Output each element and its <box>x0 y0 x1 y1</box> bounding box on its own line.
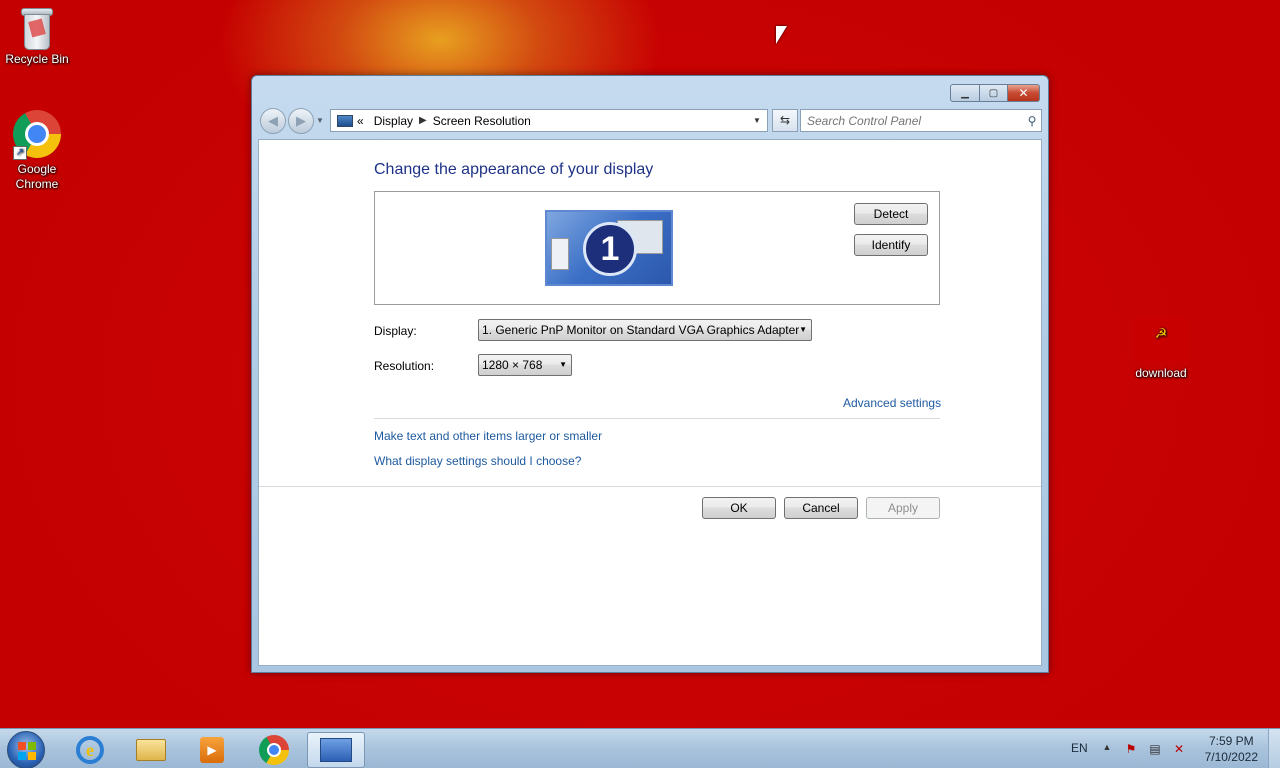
show-desktop-button[interactable] <box>1268 729 1280 768</box>
back-arrow-icon[interactable]: ◀ <box>260 108 286 134</box>
forward-arrow-icon[interactable]: ▶ <box>288 108 314 134</box>
apply-button[interactable]: Apply <box>866 497 940 519</box>
breadcrumb-screen-resolution[interactable]: Screen Resolution <box>433 114 531 128</box>
start-button[interactable] <box>7 731 45 768</box>
control-panel-icon <box>320 738 352 762</box>
mouse-cursor-icon <box>776 26 787 44</box>
desktop: Recycle Bin ↗ Google Chrome ☭ download ▁… <box>0 0 1280 728</box>
desktop-icon-recycle-bin[interactable]: Recycle Bin <box>0 6 74 67</box>
taskbar-media-player[interactable]: ▶ <box>183 732 241 768</box>
shortcut-arrow-icon: ↗ <box>13 146 27 160</box>
media-player-icon: ▶ <box>200 737 224 763</box>
folder-icon <box>136 739 166 761</box>
address-dropdown-icon[interactable]: ▼ <box>747 110 767 131</box>
desktop-icon-label: download <box>1135 366 1187 380</box>
monitor-layout-box: 1 Detect Identify <box>374 191 940 305</box>
search-icon[interactable]: ⚲ <box>1023 114 1041 128</box>
minimize-button[interactable]: ▁ <box>950 84 980 102</box>
resolution-select-value: 1280 × 768 <box>482 358 543 372</box>
dropdown-arrow-icon: ▼ <box>799 325 807 334</box>
divider <box>374 418 940 419</box>
screen-resolution-window: ▁ ▢ ✕ ◀ ▶ ▼ « Display ▶ Screen Resolutio… <box>251 75 1049 673</box>
taskbar-control-panel[interactable] <box>307 732 365 768</box>
identify-button[interactable]: Identify <box>854 234 928 256</box>
close-button[interactable]: ✕ <box>1008 84 1040 102</box>
network-icon[interactable]: ▤ <box>1147 742 1163 756</box>
taskbar-google-chrome[interactable] <box>245 732 303 768</box>
dropdown-arrow-icon: ▼ <box>559 360 567 369</box>
chrome-icon <box>259 735 289 765</box>
breadcrumb-separator-icon[interactable]: ▶ <box>419 115 427 126</box>
action-center-flag-icon[interactable]: ⚑ <box>1123 742 1139 756</box>
refresh-button[interactable]: ⇆ <box>772 109 798 132</box>
display-label: Display: <box>374 324 417 338</box>
desktop-icon-download[interactable]: ☭ download <box>1124 318 1198 381</box>
resolution-select[interactable]: 1280 × 768 ▼ <box>478 354 572 376</box>
display-select[interactable]: 1. Generic PnP Monitor on Standard VGA G… <box>478 319 812 341</box>
desktop-icon-label: Recycle Bin <box>5 52 69 66</box>
taskbar: e ▶ EN ▲ ⚑ ▤ ✕ 7:59 PM 7/10/2022 <box>0 728 1280 768</box>
language-indicator[interactable]: EN <box>1071 741 1088 755</box>
breadcrumb-overflow[interactable]: « <box>357 114 364 128</box>
search-box[interactable]: ⚲ <box>800 109 1042 132</box>
cancel-button[interactable]: Cancel <box>784 497 858 519</box>
text-size-link[interactable]: Make text and other items larger or smal… <box>374 429 602 443</box>
display-select-value: 1. Generic PnP Monitor on Standard VGA G… <box>482 323 800 337</box>
ie-icon: e <box>76 736 104 764</box>
system-clock[interactable]: 7:59 PM 7/10/2022 <box>1205 733 1258 765</box>
window-caption-buttons: ▁ ▢ ✕ <box>950 84 1040 102</box>
resolution-label: Resolution: <box>374 359 435 373</box>
monitor-1[interactable]: 1 <box>545 210 673 286</box>
maximize-button[interactable]: ▢ <box>980 84 1008 102</box>
ok-button[interactable]: OK <box>702 497 776 519</box>
taskbar-internet-explorer[interactable]: e <box>61 732 119 768</box>
detect-button[interactable]: Detect <box>854 203 928 225</box>
address-bar[interactable]: « Display ▶ Screen Resolution ▼ <box>330 109 768 132</box>
display-help-link[interactable]: What display settings should I choose? <box>374 454 581 468</box>
advanced-settings-link[interactable]: Advanced settings <box>843 396 941 410</box>
show-hidden-icons-chevron-icon[interactable]: ▲ <box>1099 742 1115 756</box>
clock-date: 7/10/2022 <box>1204 750 1258 764</box>
desktop-icon-google-chrome[interactable]: ↗ Google Chrome <box>0 110 74 192</box>
navigation-bar: ◀ ▶ ▼ « Display ▶ Screen Resolution ▼ ⇆ … <box>258 108 1042 134</box>
search-input[interactable] <box>801 113 1023 128</box>
volume-muted-icon[interactable]: ✕ <box>1171 742 1187 756</box>
clock-time: 7:59 PM <box>1208 734 1254 748</box>
image-thumbnail-icon: ☭ <box>1133 318 1189 362</box>
control-panel-icon <box>337 114 353 127</box>
divider <box>259 486 1041 487</box>
recent-pages-chevron-icon[interactable]: ▼ <box>316 116 324 125</box>
breadcrumb-display[interactable]: Display <box>374 114 413 128</box>
taskbar-windows-explorer[interactable] <box>122 732 180 768</box>
monitor-number: 1 <box>583 222 637 276</box>
content-pane: Change the appearance of your display 1 … <box>258 139 1042 666</box>
recycle-bin-icon <box>20 6 54 50</box>
page-title: Change the appearance of your display <box>374 161 654 178</box>
desktop-icon-label: Google Chrome <box>15 162 59 191</box>
windows-logo-icon <box>18 742 36 760</box>
